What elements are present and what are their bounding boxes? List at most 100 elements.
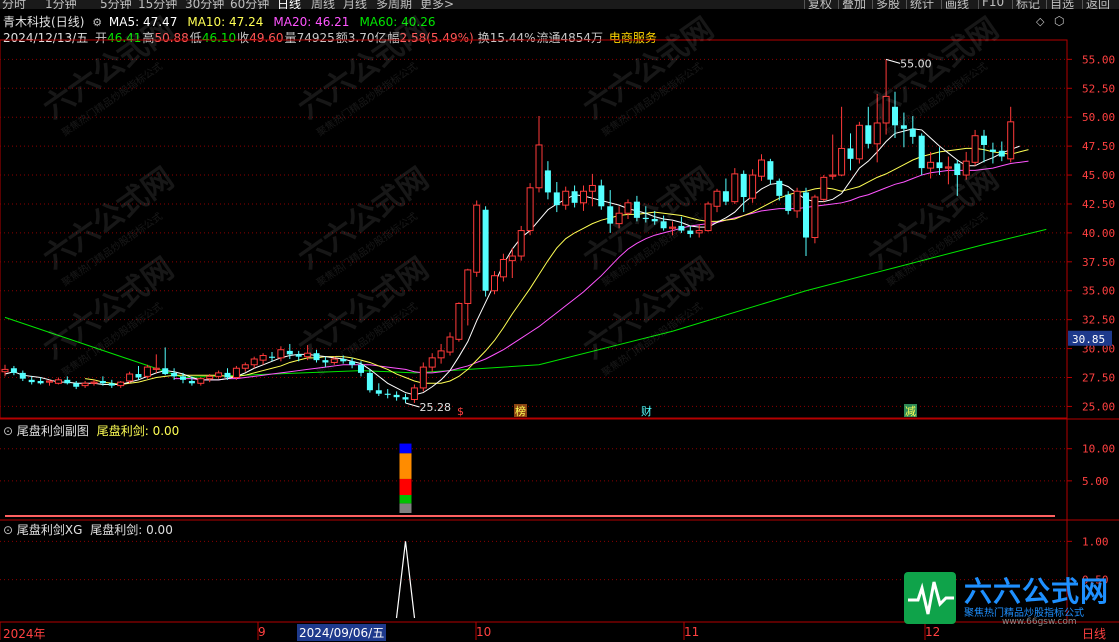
candle-down <box>785 194 792 211</box>
candle-up <box>526 187 534 232</box>
candle-down <box>180 376 186 380</box>
sub1-header: ⊙ 尾盘利剑副图 尾盘利剑: 0.00 <box>3 422 179 439</box>
sub1-value: 尾盘利剑: 0.00 <box>96 424 180 438</box>
candle-up <box>437 350 445 359</box>
sub2-signal-spike <box>395 541 416 619</box>
price-tick-label: 55.00 <box>1082 53 1115 66</box>
low-annotation: 25.28 <box>420 401 452 414</box>
candle-up <box>793 190 801 212</box>
sub2-header: ⊙ 尾盘利剑XG 尾盘利剑: 0.00 <box>3 521 173 538</box>
price-tick-label: 27.50 <box>1082 372 1115 385</box>
candle-down <box>402 397 409 400</box>
candle-up <box>197 378 205 384</box>
price-tick-label: 35.00 <box>1082 285 1115 298</box>
sub1-tick-label: 5.00 <box>1082 475 1109 488</box>
candle-down <box>936 162 943 169</box>
sub1-signal-bar-segment <box>399 503 412 513</box>
candle-up <box>927 161 935 169</box>
candle-up <box>428 357 436 368</box>
candle-down <box>553 192 560 206</box>
candle-up <box>277 349 285 359</box>
candle-down <box>776 180 783 196</box>
candle-down <box>10 368 17 373</box>
sub1-signal-bar-segment <box>399 495 412 504</box>
candle-down <box>544 170 551 193</box>
date-cursor-label: 2024/09/06/五 <box>297 624 387 641</box>
candle-up <box>54 379 62 384</box>
candle-down <box>224 372 231 378</box>
candle-down <box>19 372 26 379</box>
price-tick-label: 37.50 <box>1082 256 1115 269</box>
candle-down <box>37 380 44 384</box>
candle-up <box>419 366 427 389</box>
sub2-collapse-icon[interactable]: ⊙ <box>3 523 13 537</box>
candle-down <box>295 354 302 357</box>
candle-down <box>393 394 400 398</box>
date-year: 2024年 <box>3 627 46 641</box>
price-tick-label: 45.00 <box>1082 169 1115 182</box>
candle-up <box>535 144 543 189</box>
candle-down <box>188 380 195 384</box>
candle-down <box>571 191 578 203</box>
event-marker-2[interactable]: 财 <box>641 404 652 418</box>
candle-up <box>491 275 498 292</box>
candle-up <box>838 147 846 176</box>
candle-up <box>944 166 952 169</box>
price-tick-label: 50.00 <box>1082 111 1115 124</box>
event-marker-1[interactable]: 榜 <box>515 404 526 418</box>
site-logo: 六六公式网 聚焦热门精品炒股指标公式 www.66gsw.com <box>902 570 1112 627</box>
candle-up <box>873 122 881 145</box>
sub1-signal-bar-segment <box>399 443 412 454</box>
candle-down <box>162 368 169 375</box>
period-label[interactable]: 日线 <box>1082 625 1106 642</box>
candle-up <box>811 196 819 239</box>
candle-up <box>250 358 258 366</box>
candle-up <box>562 190 570 206</box>
candle-down <box>286 350 293 355</box>
date-month-10: 10 <box>476 625 492 639</box>
candle-up <box>206 375 214 380</box>
candle-down <box>269 356 275 358</box>
candle-down <box>375 390 382 394</box>
candle-up <box>241 364 249 369</box>
candle-up <box>259 355 267 361</box>
candle-down <box>865 125 872 144</box>
candle-down <box>981 135 987 145</box>
logo-mark-icon <box>904 572 956 624</box>
event-marker-3[interactable]: 减 <box>905 405 916 418</box>
sub2-tick-label: 1.00 <box>1082 535 1109 548</box>
price-tick-label: 52.50 <box>1082 82 1115 95</box>
candle-up <box>152 367 160 370</box>
candle-up <box>499 259 507 278</box>
candle-down <box>803 192 809 238</box>
candle-up <box>1 368 9 373</box>
candle-up <box>215 372 223 377</box>
price-tick-label: 32.50 <box>1082 314 1115 327</box>
current-price-label: 30.85 <box>1072 333 1105 346</box>
candle-up <box>232 367 240 379</box>
candle-down <box>171 372 178 377</box>
candle-up <box>508 255 516 262</box>
price-tick-label: 42.50 <box>1082 198 1115 211</box>
candle-down <box>384 393 391 395</box>
candle-down <box>847 148 854 159</box>
logo-url: www.66gsw.com <box>1002 617 1077 627</box>
candle-up <box>855 124 863 160</box>
sub1-title[interactable]: 尾盘利剑副图 <box>17 424 89 438</box>
date-month-9: 9 <box>258 625 266 639</box>
sub1-tick-label: 10.00 <box>1082 443 1115 456</box>
candle-down <box>598 185 605 207</box>
candle-up <box>829 174 837 177</box>
candle-down <box>28 379 35 383</box>
candle-up <box>410 387 418 400</box>
sub1-collapse-icon[interactable]: ⊙ <box>3 424 13 438</box>
candle-down <box>767 161 774 180</box>
candle-up <box>580 190 587 204</box>
candle-up <box>820 176 828 200</box>
candle-up <box>46 380 53 383</box>
sub2-title[interactable]: 尾盘利剑XG <box>17 523 83 537</box>
date-month-12: 12 <box>925 625 941 639</box>
date-month-11: 11 <box>684 625 700 639</box>
price-tick-label: 25.00 <box>1082 400 1115 413</box>
event-marker-0[interactable]: $ <box>457 405 464 418</box>
